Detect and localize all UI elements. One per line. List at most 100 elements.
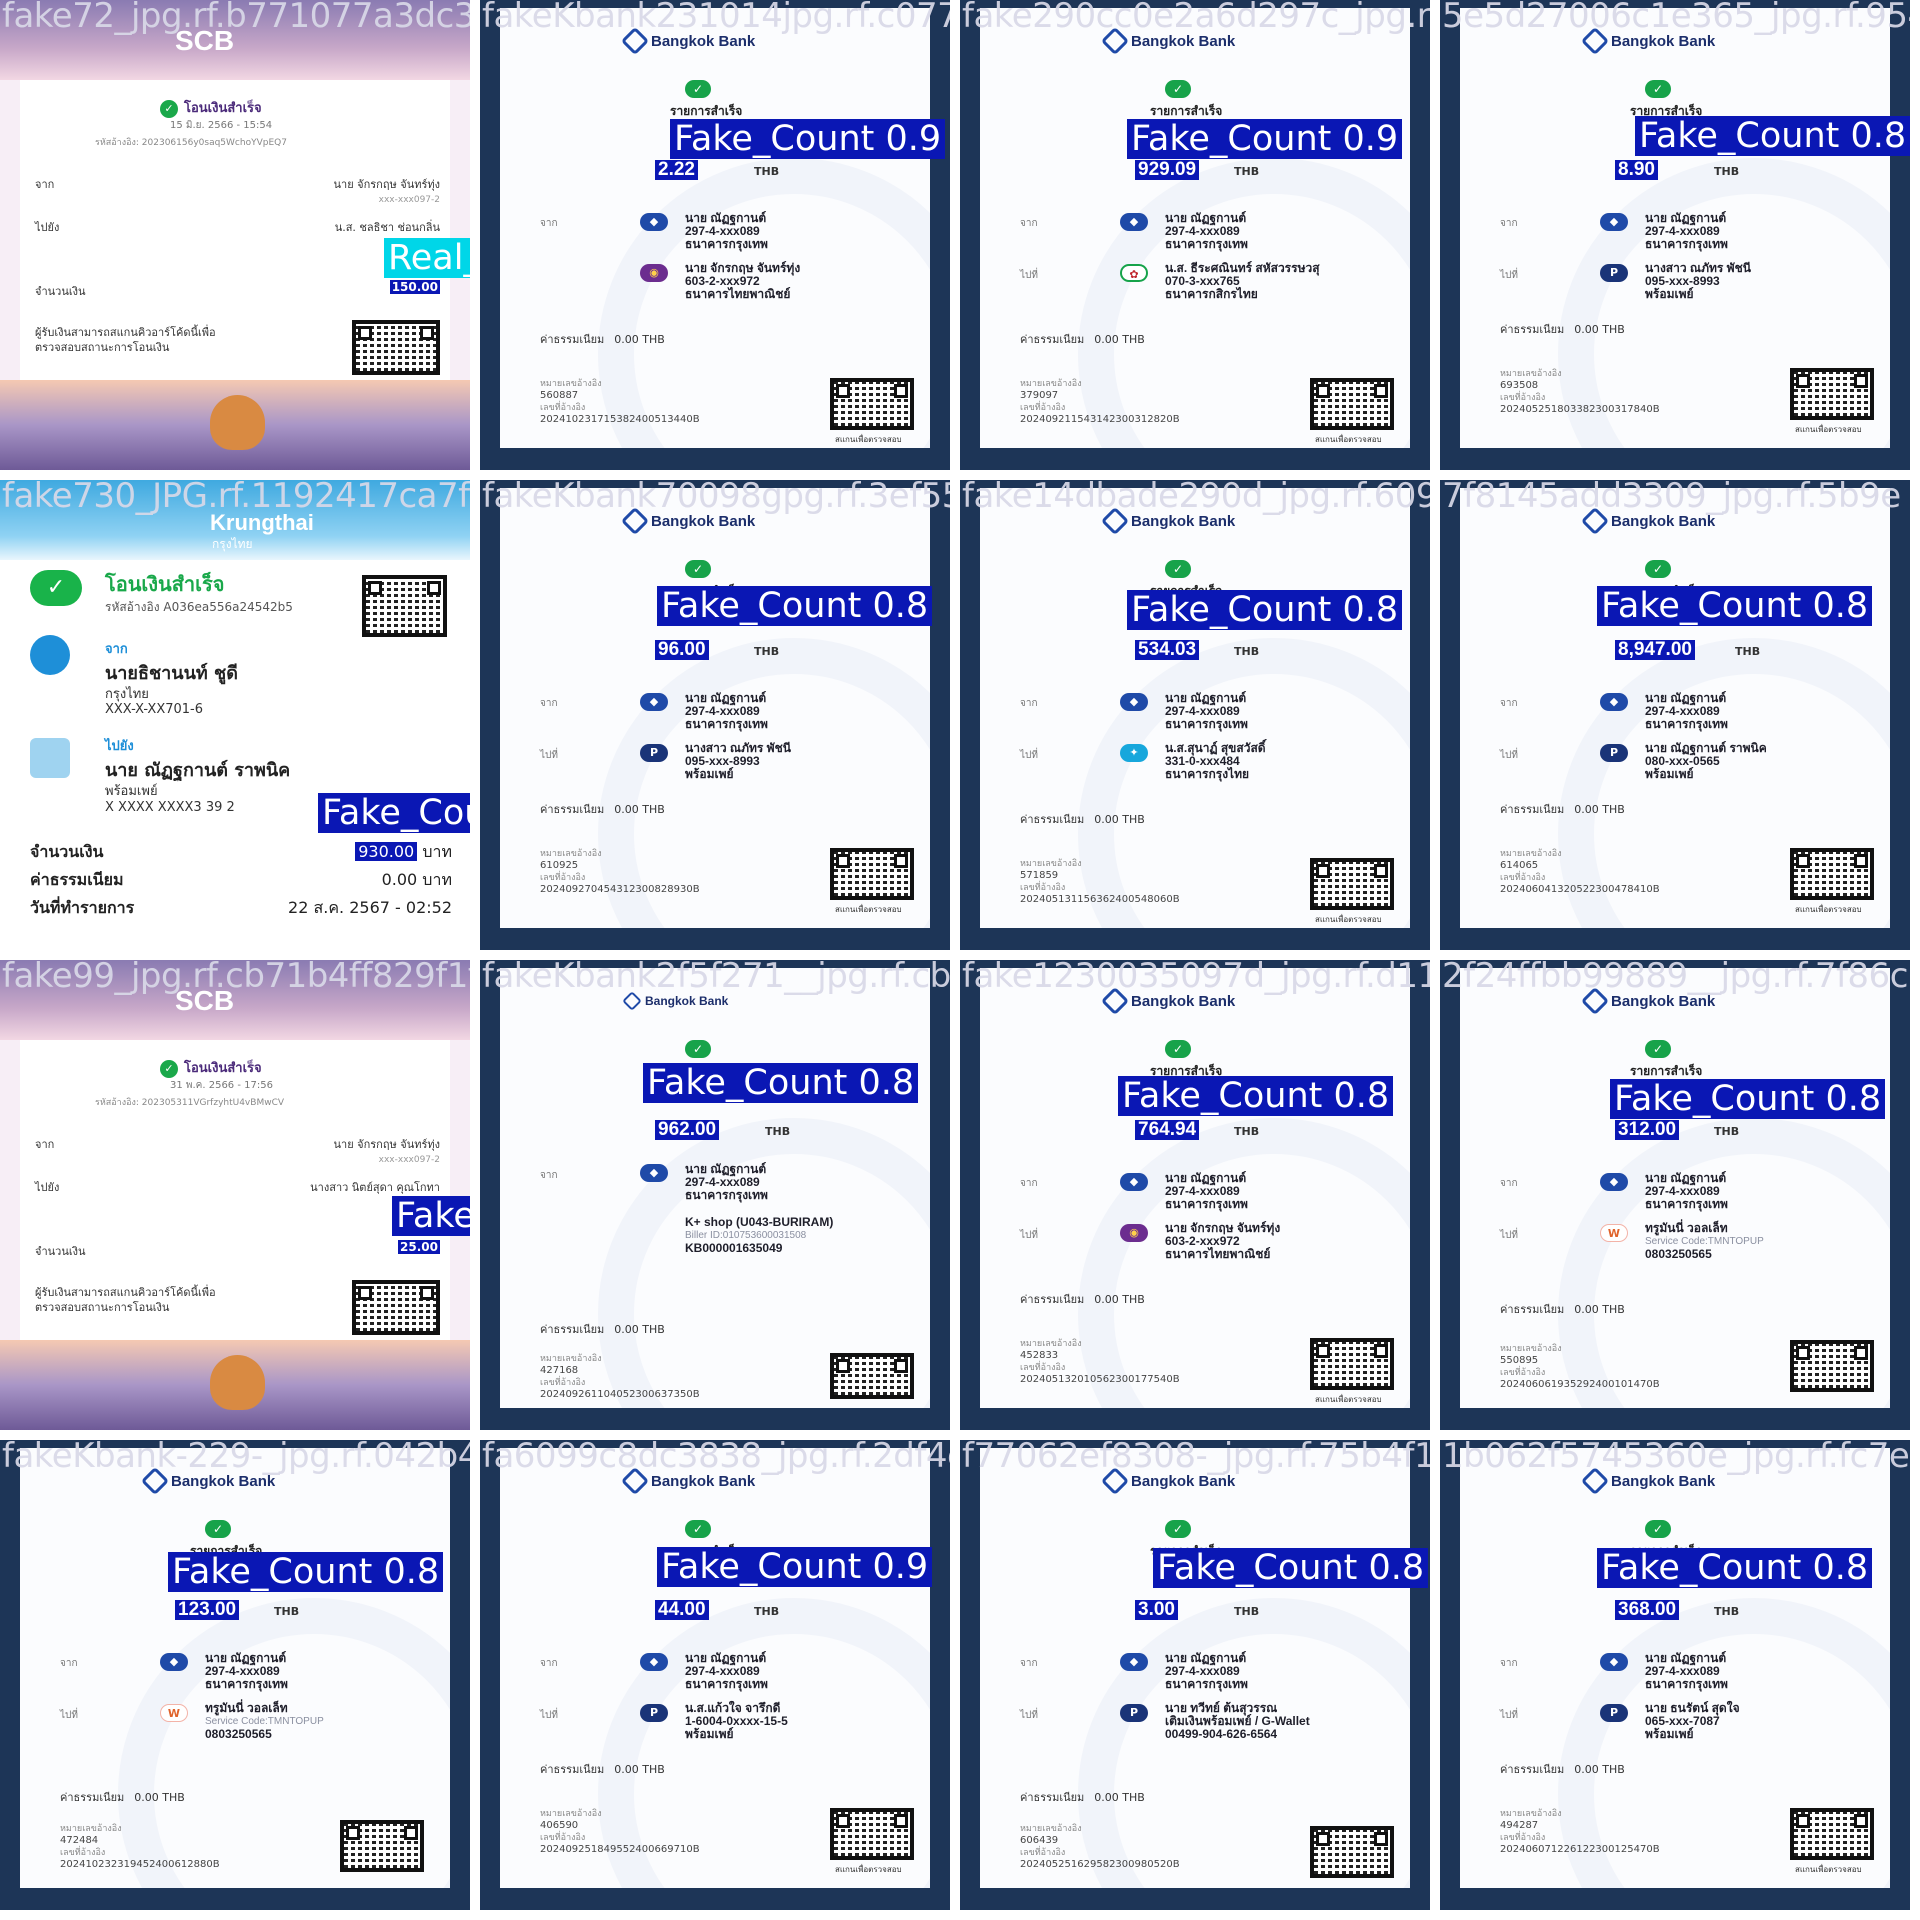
sender-info: นาย ณัฏฐกานต์ 297-4-xxx089 ธนาคารกรุงเทพ bbox=[1165, 691, 1248, 731]
fee-row: ค่าธรรมเนียม 0.00 THB bbox=[540, 803, 665, 816]
scb-ref: รหัสอ้างอิง: 202306156y0saq5WchoYVpEQ7 bbox=[95, 138, 287, 148]
check-icon: ✓ bbox=[1645, 1520, 1671, 1538]
bbl-slip: Bangkok Bank ✓ รายการสำเร็จ 534.03 THB จ… bbox=[980, 488, 1410, 928]
slip-tile-bbl: Bangkok Bank ✓ รายการสำเร็จ 764.94 THB จ… bbox=[960, 960, 1430, 1430]
ktb-amount-row: 930.00 บาท bbox=[355, 840, 452, 865]
qr-caption: สแกนเพื่อตรวจสอบ bbox=[835, 1865, 902, 1874]
tile-filename: fake72_jpg.rf.b771077a3dc3f44d030321014j… bbox=[2, 0, 470, 36]
from-label: จาก bbox=[1020, 218, 1038, 229]
bbl-slip: Bangkok Bank ✓ รายการสำเร็จ 8,947.00 THB… bbox=[1460, 488, 1890, 928]
fee-row: ค่าธรรมเนียม 0.00 THB bbox=[1500, 1303, 1625, 1316]
tile-filename: fake730_JPG.rf.1192417ca7f4b54dc3bd70098… bbox=[2, 480, 470, 516]
tile-filename: 2f24ffbb99889__jpg.rf.7f86c bbox=[1442, 960, 1908, 996]
from-label: จาก bbox=[540, 1658, 558, 1669]
amount: 534.03 bbox=[1135, 640, 1200, 660]
receiver-info: นาย จักรกฤษ จันทร์ทุ่ง 603-2-xxx972 ธนาคาร… bbox=[685, 261, 801, 301]
ktb-ref: รหัสอ้างอิง A036ea556a24542b5 bbox=[105, 600, 293, 614]
ktb-amount-label: จำนวนเงิน bbox=[30, 842, 104, 861]
qr-code bbox=[830, 1808, 914, 1860]
slip-tile-bbl: Bangkok Bank ✓ รายการสำเร็จ 2.22 THB จาก… bbox=[480, 0, 950, 470]
bbl-slip: Bangkok Bank ✓ รายการสำเร็จ 96.00 THB จา… bbox=[500, 488, 930, 928]
from-label: จาก bbox=[1500, 1178, 1518, 1189]
fee-row: ค่าธรรมเนียม 0.00 THB bbox=[1500, 1763, 1625, 1776]
detection-label: Fake_Count 0.8 bbox=[1118, 1076, 1394, 1116]
detection-label: Fake_Count 0.8 bbox=[1127, 590, 1403, 630]
amount: 929.09 bbox=[1135, 160, 1200, 180]
qr-code bbox=[1790, 848, 1874, 900]
fee-row: ค่าธรรมเนียม 0.00 THB bbox=[540, 333, 665, 346]
bangkok-bank-icon: ◆ bbox=[1600, 1173, 1628, 1191]
scb-icon: ◉ bbox=[640, 264, 668, 282]
qr-code bbox=[362, 575, 447, 637]
check-icon: ✓ bbox=[685, 1040, 711, 1058]
check-icon: ✓ bbox=[1165, 1520, 1191, 1538]
currency: THB bbox=[1234, 1125, 1260, 1138]
fee-row: ค่าธรรมเนียม 0.00 THB bbox=[60, 1791, 185, 1804]
bangkok-bank-icon: ◆ bbox=[1120, 1653, 1148, 1671]
to-label: ไปที่ bbox=[1500, 1710, 1518, 1721]
slip-tile-bbl: Bangkok Bank ✓ รายการสำเร็จ 929.09 THB จ… bbox=[960, 0, 1430, 470]
scb-note: ผู้รับเงินสามารถสแกนคิวอาร์โค้ดนี้เพื่อต… bbox=[35, 326, 216, 354]
ktb-to-label: ไปยัง bbox=[105, 739, 134, 754]
amount: 368.00 bbox=[1615, 1600, 1680, 1620]
reference-block: หมายเลขอ้างอิง 472484 เลขที่อ้างอิง 2024102… bbox=[60, 1824, 220, 1870]
qr-caption: สแกนเพื่อตรวจสอบ bbox=[1795, 1865, 1862, 1874]
currency: THB bbox=[1234, 1605, 1260, 1618]
promptpay-icon: P bbox=[640, 744, 668, 762]
amount: 3.00 bbox=[1135, 1600, 1178, 1620]
shiba-mascot bbox=[210, 1355, 265, 1410]
fee-row: ค่าธรรมเนียม 0.00 THB bbox=[1500, 803, 1625, 816]
amount: 312.00 bbox=[1615, 1120, 1680, 1140]
qr-code bbox=[1790, 368, 1874, 420]
promptpay-icon: P bbox=[640, 1704, 668, 1722]
sender-info: นาย ณัฏฐกานต์ 297-4-xxx089 ธนาคารกรุงเทพ bbox=[1165, 211, 1248, 251]
from-label: จาก bbox=[1020, 1658, 1038, 1669]
sender-info: นาย ณัฏฐกานต์ 297-4-xxx089 ธนาคารกรุงเทพ bbox=[1645, 1171, 1728, 1211]
kasikorn-icon: ✿ bbox=[1120, 264, 1148, 282]
scb-success-title: ✓ โอนเงินสำเร็จ bbox=[160, 97, 262, 118]
ktb-from-acct: XXX-X-XX701-6 bbox=[105, 702, 204, 717]
tile-filename: fakeKbank2f5f271__jpg.rf.cb2f01af1230035… bbox=[482, 960, 950, 996]
check-icon: ✓ bbox=[685, 560, 711, 578]
bangkok-bank-icon: ◆ bbox=[640, 1164, 668, 1182]
slip-tile-bbl: Bangkok Bank ✓ รายการสำเร็จ 123.00 THB จ… bbox=[0, 1440, 470, 1910]
bbl-slip: Bangkok Bank ✓ รายการสำเร็จ 368.00 THB จ… bbox=[1460, 1448, 1890, 1888]
slip-tile-krungthai: Krungthai กรุงไทย ✓ โอนเงินสำเร็จ รหัสอ้… bbox=[0, 480, 470, 950]
bangkok-bank-icon: ◆ bbox=[1600, 213, 1628, 231]
check-icon: ✓ bbox=[1645, 560, 1671, 578]
bbl-slip: Bangkok Bank ✓ รายการสำเร็จ 2.22 THB จาก… bbox=[500, 8, 930, 448]
sender-info: นาย ณัฏฐกานต์ 297-4-xxx089 ธนาคารกรุงเทพ bbox=[685, 1651, 768, 1691]
scb-ref: รหัสอ้างอิง: 202305311VGrfzyhtU4vBMwCV bbox=[95, 1098, 285, 1108]
slip-tile-scb-b: SCB ✓ โอนเงินสำเร็จ 31 พ.ค. 2566 - 17:56 … bbox=[0, 960, 470, 1430]
qr-code bbox=[1790, 1340, 1874, 1392]
scb-from-acct: xxx-xxx097-2 bbox=[378, 1155, 440, 1165]
to-label: ไปที่ bbox=[1020, 270, 1038, 281]
currency: THB bbox=[1234, 165, 1260, 178]
fee-row: ค่าธรรมเนียม 0.00 THB bbox=[1020, 1293, 1145, 1306]
currency: THB bbox=[1714, 1125, 1740, 1138]
slip-tile-bbl: Bangkok Bank ✓ รายการสำเร็จ 8.90 THB จาก… bbox=[1440, 0, 1910, 470]
receiver-info: น.ส.แก้วใจ จารึกดี 1-6004-0xxxx-15-5 พร้อม… bbox=[685, 1701, 788, 1741]
to-label: ไปที่ bbox=[1500, 750, 1518, 761]
tile-filename: 7f8145add3309_jpg.rf.5b9e bbox=[1442, 480, 1901, 516]
to-label: ไปที่ bbox=[1020, 750, 1038, 761]
reference-block: หมายเลขอ้างอิง 494287 เลขที่อ้างอิง 2024060… bbox=[1500, 1809, 1660, 1855]
scb-from-name: นาย จักรกฤษ จันทร์ทุ่ง bbox=[333, 178, 440, 191]
reference-block: หมายเลขอ้างอิง 606439 เลขที่อ้างอิง 2024052… bbox=[1020, 1824, 1180, 1870]
detection-label: Fake_Count 0.8 bbox=[1635, 116, 1910, 156]
scb-from-acct: xxx-xxx097-2 bbox=[378, 195, 440, 205]
currency: THB bbox=[765, 1125, 791, 1138]
sender-info: นาย ณัฏฐกานต์ 297-4-xxx089 ธนาคารกรุงเทพ bbox=[685, 211, 768, 251]
detection-label: Fake_Count 0.8 bbox=[1597, 1548, 1873, 1588]
slip-tile-bbl: Bangkok Bank ✓ รายการสำเร็จ 8,947.00 THB… bbox=[1440, 480, 1910, 950]
bangkok-bank-icon: ◆ bbox=[1600, 1653, 1628, 1671]
bangkok-bank-icon: ◆ bbox=[1600, 693, 1628, 711]
fee-row: ค่าธรรมเนียม 0.00 THB bbox=[540, 1763, 665, 1776]
detection-label: Fake_Count 0.8 bbox=[657, 586, 933, 626]
fee-row: ค่าธรรมเนียม 0.00 THB bbox=[540, 1323, 665, 1336]
tile-filename: fa6099c8dc3838_jpg.rf.2df4cf77062ef8308-… bbox=[482, 1440, 950, 1476]
from-label: จาก bbox=[540, 1170, 558, 1181]
to-label: ไปที่ bbox=[1020, 1230, 1038, 1241]
check-icon: ✓ bbox=[160, 1060, 178, 1078]
currency: THB bbox=[1714, 165, 1740, 178]
